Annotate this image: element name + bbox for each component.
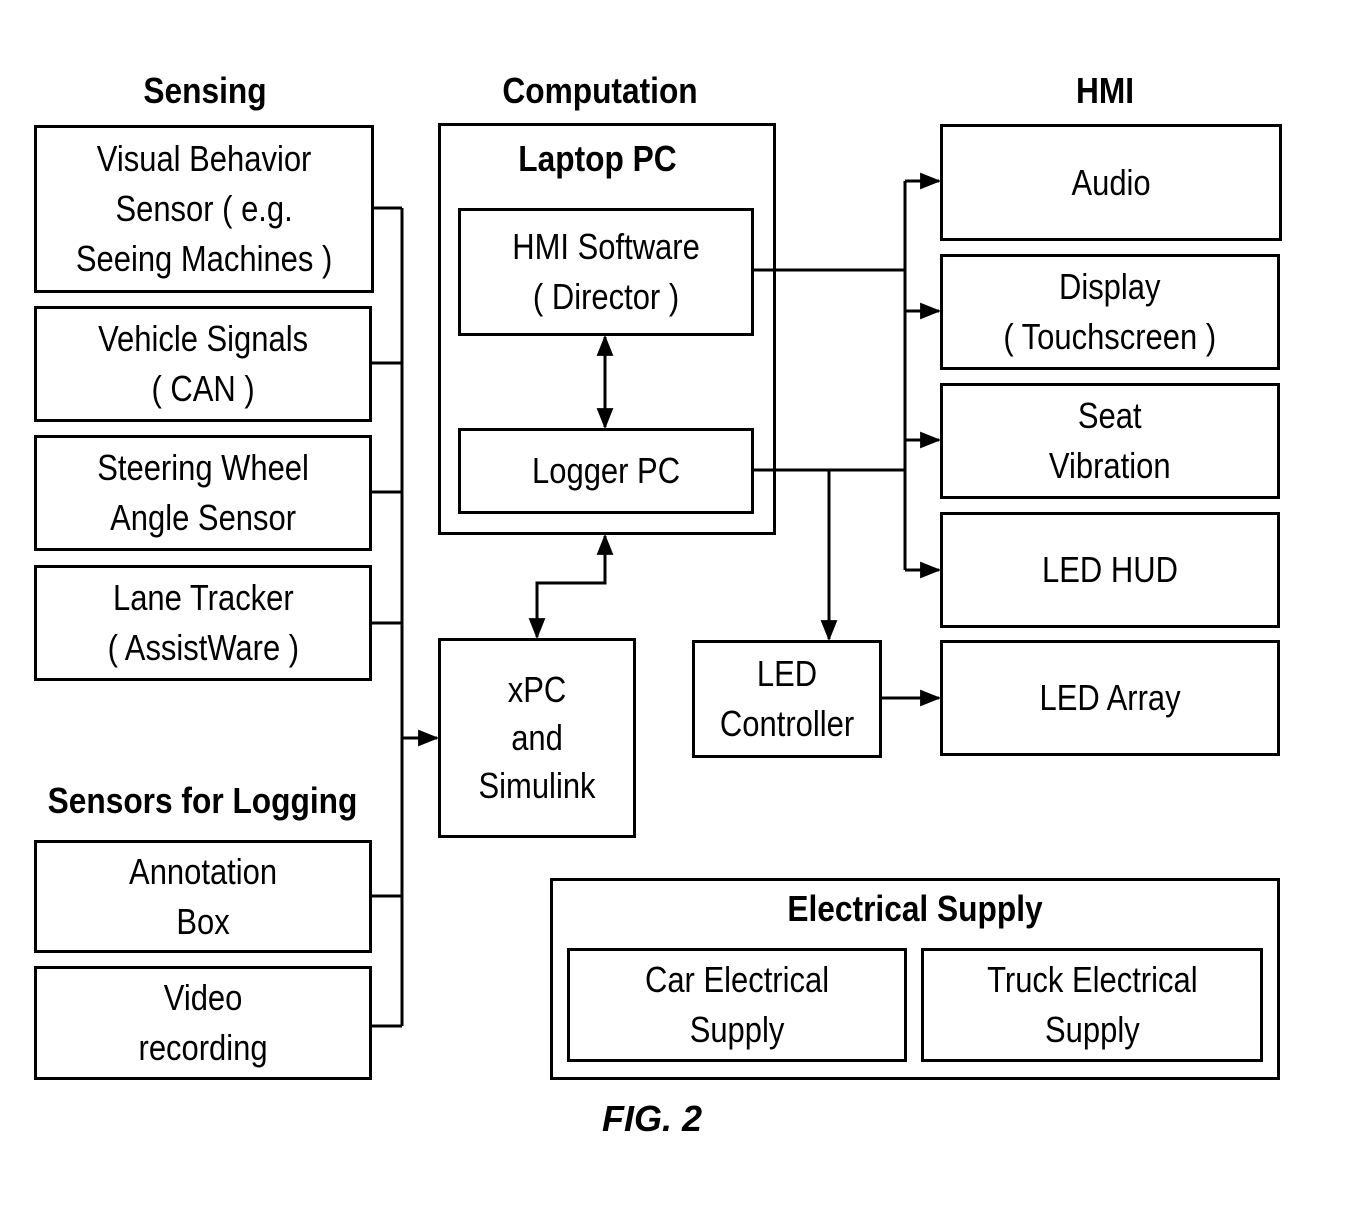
connector-wires: [372, 172, 942, 1028]
figure-label: FIG. 2: [602, 1098, 703, 1139]
arrow-logger-xpc: [528, 533, 614, 640]
